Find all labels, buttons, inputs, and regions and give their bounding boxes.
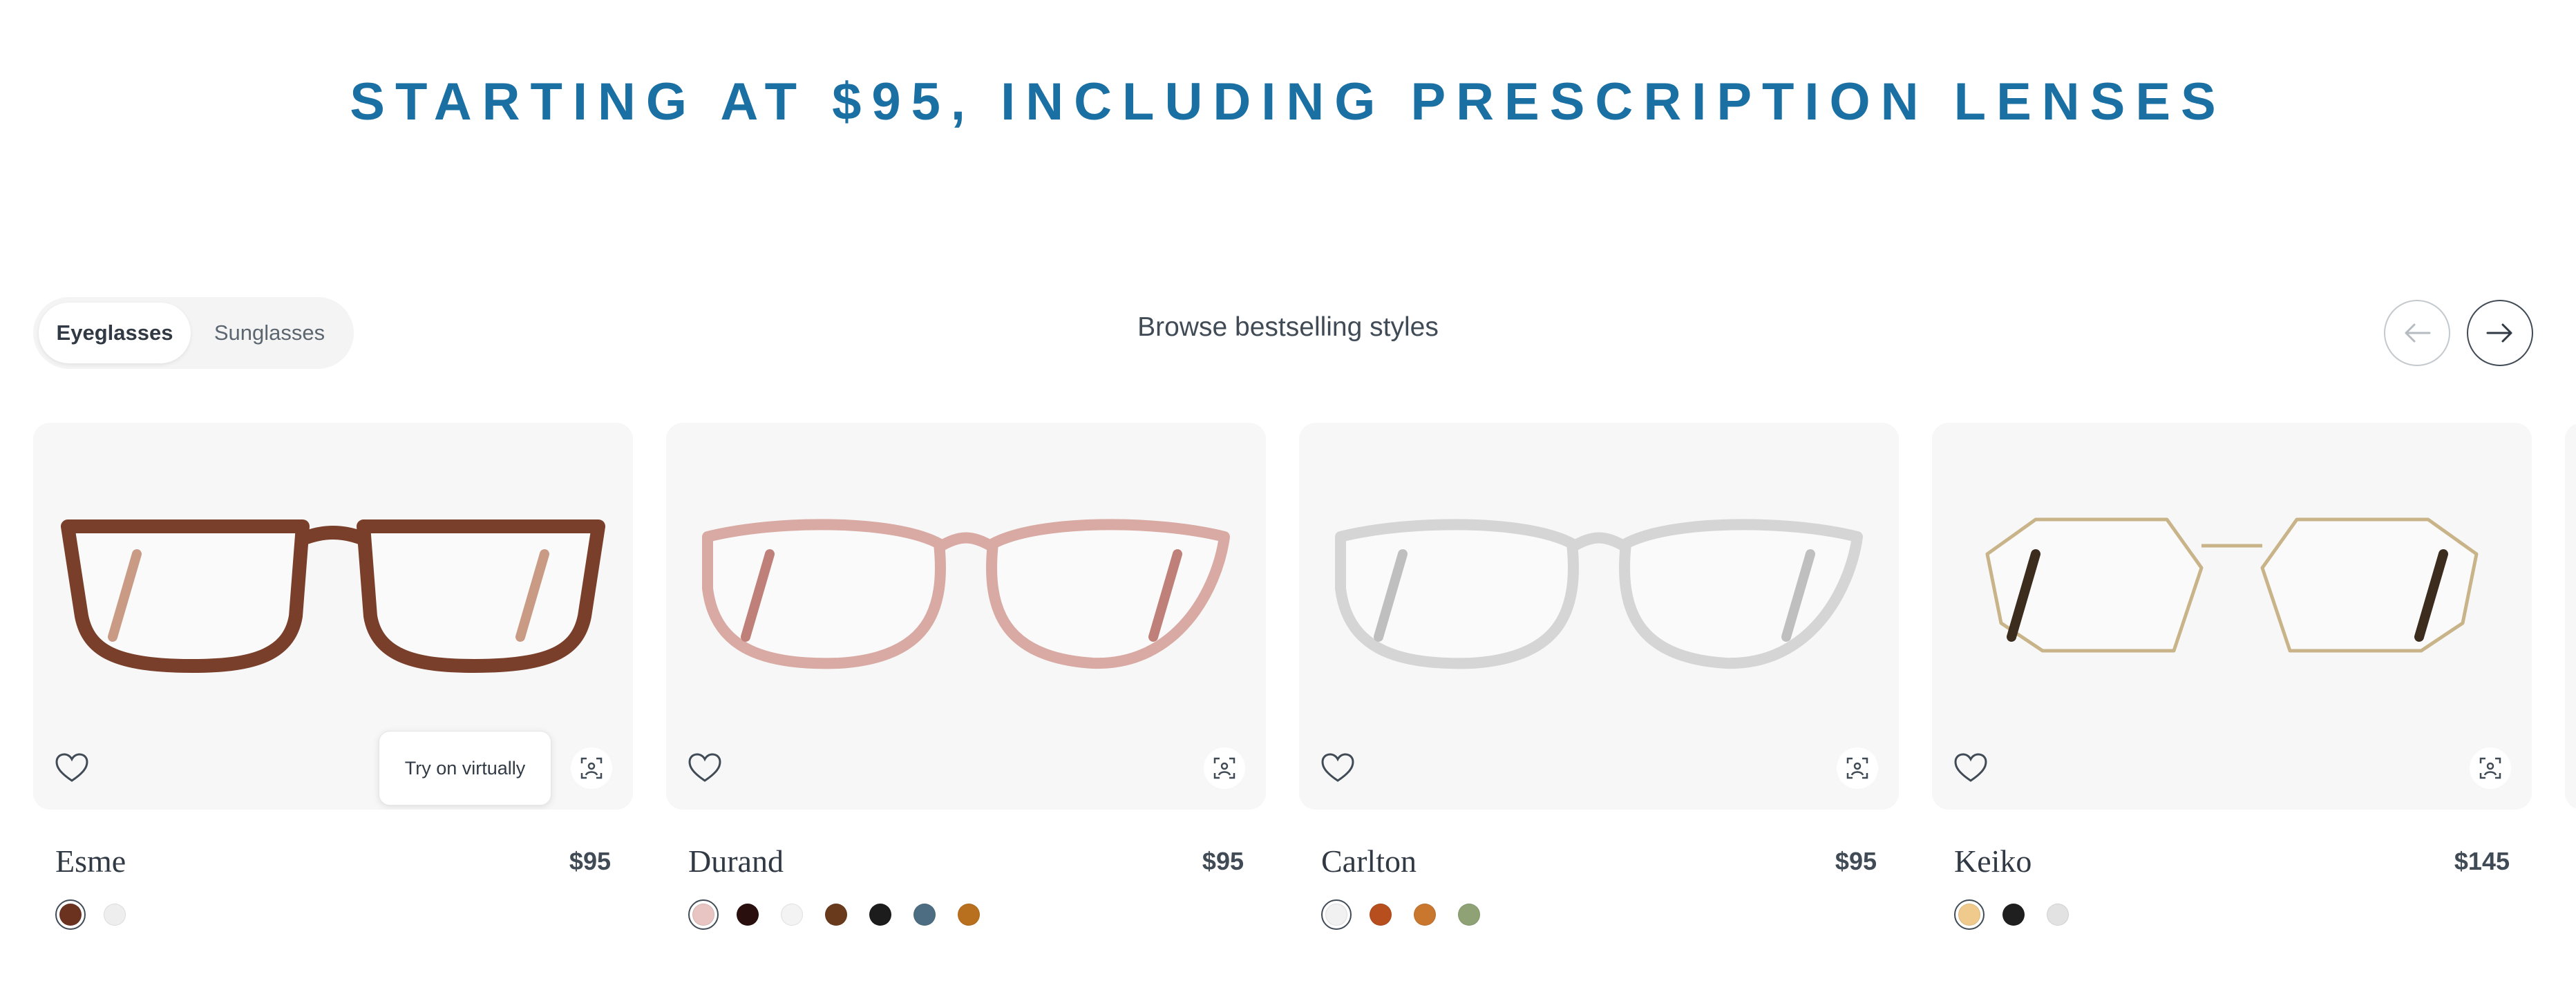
product-price: $95 — [569, 847, 611, 875]
product-card[interactable]: Keiko $145 — [1932, 423, 2532, 930]
product-image-tile[interactable]: Try on virtually — [33, 423, 633, 810]
product-price: $95 — [1835, 847, 1877, 875]
product-name[interactable]: Esme — [55, 843, 126, 879]
color-swatch[interactable] — [865, 899, 896, 930]
carousel-prev-button[interactable] — [2384, 300, 2450, 366]
product-price: $145 — [2454, 847, 2510, 875]
product-name[interactable]: Keiko — [1954, 843, 2032, 879]
product-card[interactable]: Durand $95 — [666, 423, 1266, 930]
color-swatch[interactable] — [954, 899, 984, 930]
product-card[interactable]: Carlton $95 — [1299, 423, 1899, 930]
virtual-try-on-button[interactable] — [2470, 747, 2511, 789]
color-swatch[interactable] — [100, 899, 130, 930]
color-swatches — [1321, 899, 1484, 930]
product-card[interactable]: Try on virtually Esme $95 — [33, 423, 633, 930]
product-image-tile[interactable] — [666, 423, 1266, 810]
color-swatch[interactable] — [821, 899, 851, 930]
product-image-tile[interactable] — [1932, 423, 2532, 810]
color-swatches — [1954, 899, 2073, 930]
arrow-right-icon — [2486, 323, 2512, 343]
color-swatch[interactable] — [2043, 899, 2073, 930]
color-swatch[interactable] — [1410, 899, 1440, 930]
color-swatches — [55, 899, 130, 930]
heart-icon[interactable] — [1951, 749, 1990, 788]
next-product-card-peek[interactable] — [2565, 423, 2576, 810]
arrow-left-icon — [2405, 323, 2431, 343]
carousel-next-button[interactable] — [2467, 300, 2533, 366]
product-price: $95 — [1202, 847, 1244, 875]
color-swatch[interactable] — [1454, 899, 1484, 930]
color-swatch[interactable] — [55, 899, 86, 930]
color-swatch[interactable] — [909, 899, 940, 930]
color-swatch[interactable] — [1365, 899, 1396, 930]
virtual-try-on-button[interactable] — [1204, 747, 1245, 789]
product-name[interactable]: Durand — [688, 843, 784, 879]
face-scan-icon — [2479, 757, 2501, 779]
heart-icon[interactable] — [53, 749, 91, 788]
product-name[interactable]: Carlton — [1321, 843, 1417, 879]
color-swatch[interactable] — [1998, 899, 2029, 930]
virtual-try-on-button[interactable] — [1837, 747, 1878, 789]
color-swatch[interactable] — [777, 899, 807, 930]
face-scan-icon — [1846, 757, 1868, 779]
glasses-image — [1985, 517, 2479, 653]
glasses-image — [61, 519, 605, 673]
heart-icon[interactable] — [1318, 749, 1357, 788]
glasses-image — [702, 519, 1230, 669]
color-swatch[interactable] — [688, 899, 719, 930]
color-swatch[interactable] — [1321, 899, 1352, 930]
product-image-tile[interactable] — [1299, 423, 1899, 810]
virtual-try-on-button[interactable] — [571, 747, 612, 789]
color-swatch[interactable] — [732, 899, 763, 930]
face-scan-icon — [1213, 757, 1235, 779]
color-swatch[interactable] — [1954, 899, 1985, 930]
glasses-image — [1335, 519, 1863, 669]
promo-headline: STARTING AT $95, INCLUDING PRESCRIPTION … — [350, 73, 2226, 131]
try-on-tooltip: Try on virtually — [379, 731, 551, 805]
heart-icon[interactable] — [685, 749, 724, 788]
face-scan-icon — [580, 757, 603, 779]
browse-label: Browse bestselling styles — [1137, 312, 1439, 342]
color-swatches — [688, 899, 984, 930]
